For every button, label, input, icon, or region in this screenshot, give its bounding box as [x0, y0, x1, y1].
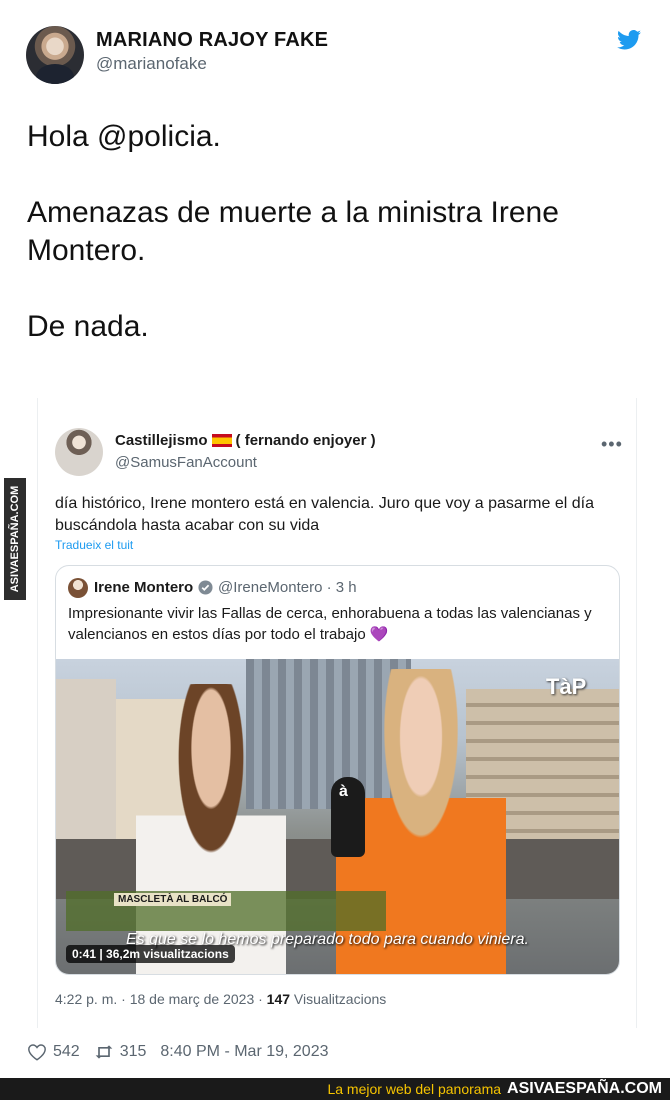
- twitter-bird-icon: [617, 30, 641, 50]
- quoted-date-text: 4:22 p. m. · 18 de març de 2023 ·: [55, 991, 267, 1007]
- quoted-name-prefix: Castillejismo: [115, 432, 208, 449]
- channel-logo: TàP: [546, 674, 587, 699]
- tweet-footer: 542 315 8:40 PM - Mar 19, 2023: [27, 1043, 343, 1061]
- watermark-brand[interactable]: ASIVAESPAÑA.COM: [507, 1080, 662, 1098]
- video-player[interactable]: TàP MASCLETÀ AL BALCÓ Es que se lo hemos…: [56, 659, 619, 974]
- author-handle[interactable]: @marianofake: [96, 54, 207, 74]
- quoted-text: día histórico, Irene montero está en val…: [55, 495, 594, 534]
- tweet-timestamp[interactable]: 8:40 PM - Mar 19, 2023: [160, 1043, 328, 1061]
- tweet-line: Hola @policia.: [27, 120, 221, 153]
- like-count[interactable]: 542: [53, 1043, 80, 1061]
- retweet-count[interactable]: 315: [120, 1043, 147, 1061]
- author-name[interactable]: MARIANO RAJOY FAKE: [96, 29, 328, 52]
- nested-text-body: Impresionante vivir las Fallas de cerca,…: [68, 605, 592, 643]
- more-options-icon[interactable]: •••: [601, 434, 623, 455]
- tweet-line: Amenazas de muerte a la ministra Irene M…: [27, 196, 559, 267]
- heart-icon[interactable]: [27, 1043, 47, 1061]
- nested-text: Impresionante vivir las Fallas de cerca,…: [68, 603, 608, 645]
- purple-heart-icon: 💜: [369, 626, 389, 643]
- author-avatar[interactable]: [26, 26, 84, 84]
- video-duration-views: 0:41 | 36,2m visualitzacions: [66, 945, 235, 963]
- translate-link[interactable]: Tradueix el tuit: [55, 538, 133, 552]
- nested-handle[interactable]: @IreneMontero · 3 h: [218, 579, 357, 596]
- lower-third-title: MASCLETÀ AL BALCÓ: [114, 893, 232, 906]
- quoted-name-suffix: ( fernando enjoyer ): [235, 432, 376, 449]
- tweet-text: Hola @policia. Amenazas de muerte a la m…: [27, 118, 627, 384]
- nested-avatar[interactable]: [68, 578, 88, 598]
- side-watermark: ASIVAESPAÑA.COM: [4, 478, 26, 600]
- tweet-card: MARIANO RAJOY FAKE @marianofake Hola @po…: [0, 0, 670, 1078]
- nested-name[interactable]: Irene Montero: [94, 579, 193, 596]
- quoted-name[interactable]: Castillejismo ( fernando enjoyer ): [115, 432, 376, 449]
- nested-quote-card[interactable]: Irene Montero @IreneMontero · 3 h Impres…: [55, 565, 620, 975]
- quoted-date: 4:22 p. m. · 18 de març de 2023 · 147 Vi…: [55, 991, 386, 1007]
- quoted-views-label: Visualitzacions: [290, 991, 387, 1007]
- bottom-watermark-bar: La mejor web del panorama ASIVAESPAÑA.CO…: [0, 1078, 670, 1100]
- retweet-icon[interactable]: [94, 1043, 114, 1061]
- microphone-icon: [331, 777, 365, 857]
- quoted-avatar[interactable]: [55, 428, 103, 476]
- tweet-line: De nada.: [27, 310, 149, 343]
- verified-badge-icon: [198, 580, 213, 595]
- spain-flag-icon: [211, 434, 232, 447]
- side-watermark-text: ASIVAESPAÑA.COM: [9, 485, 21, 593]
- quoted-handle[interactable]: @SamusFanAccount: [115, 454, 257, 471]
- watermark-slogan: La mejor web del panorama: [327, 1081, 502, 1097]
- quoted-views-count: 147: [266, 991, 291, 1007]
